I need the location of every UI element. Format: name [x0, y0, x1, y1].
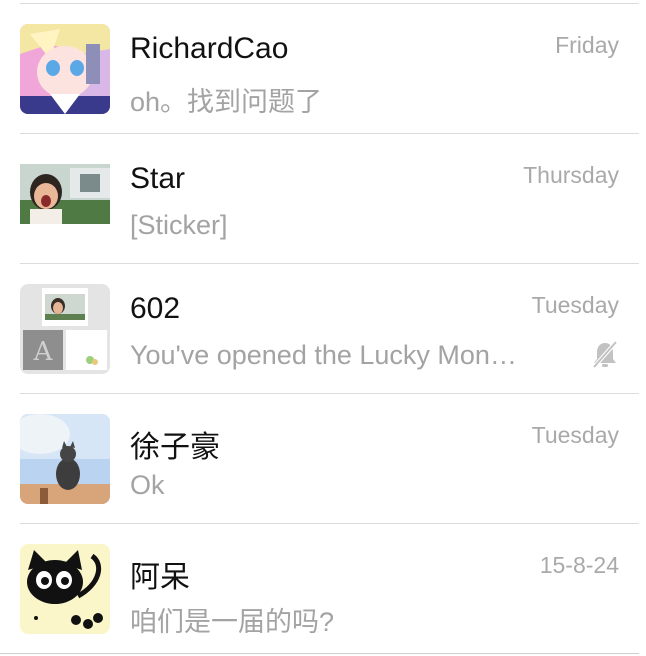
chat-row-richardcao[interactable]: RichardCao Friday oh。找到问题了 — [0, 4, 646, 134]
bell-slash-icon — [592, 340, 618, 369]
chat-time: Tuesday — [531, 422, 619, 448]
chat-time: Thursday — [523, 162, 619, 188]
avatar — [20, 154, 110, 244]
child-photo-avatar-icon — [20, 154, 110, 244]
chat-name: 602 — [130, 292, 181, 325]
anime-character-avatar-icon — [20, 24, 110, 114]
chat-row-adai[interactable]: 阿呆 15-8-24 咱们是一届的吗? — [0, 524, 646, 654]
avatar — [20, 414, 110, 504]
group-collage-avatar-icon: A — [20, 284, 110, 374]
chat-name: Star — [130, 162, 186, 195]
black-cat-cartoon-avatar-icon — [20, 544, 110, 634]
chat-row-star[interactable]: Star Thursday [Sticker] — [0, 134, 646, 264]
chat-name: RichardCao — [130, 32, 289, 65]
chat-preview: 咱们是一届的吗? — [130, 607, 335, 637]
cat-photo-avatar-icon — [20, 414, 110, 504]
chat-name: 徐子豪 — [130, 431, 220, 464]
chat-preview: [Sticker] — [130, 210, 228, 240]
avatar — [20, 544, 110, 634]
chat-list: RichardCao Friday oh。找到问题了 Star Thursday… — [0, 0, 646, 656]
avatar: A — [20, 284, 110, 374]
chat-preview: oh。找到问题了 — [130, 87, 323, 117]
chat-row-xuzihao[interactable]: 徐子豪 Tuesday Ok — [0, 394, 646, 524]
chat-preview: You've opened the Lucky Mon… — [130, 340, 517, 370]
chat-time: Tuesday — [531, 292, 619, 318]
divider — [0, 653, 639, 654]
chat-name: 阿呆 — [130, 561, 190, 594]
svg-text:A: A — [33, 337, 54, 367]
avatar — [20, 24, 110, 114]
chat-time: Friday — [555, 32, 619, 58]
chat-preview: Ok — [130, 470, 165, 500]
chat-time: 15-8-24 — [539, 552, 619, 578]
chat-row-602[interactable]: A 602 Tuesday You've opened the Lucky Mo… — [0, 264, 646, 394]
